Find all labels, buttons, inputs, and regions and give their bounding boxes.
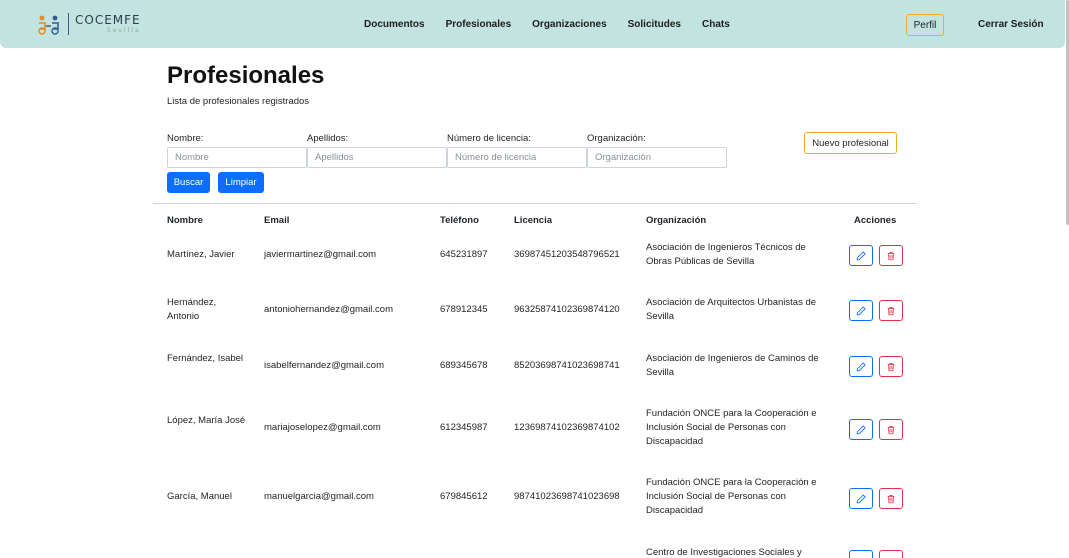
cell-organizacion: Centro de Investigaciones Sociales y — [646, 547, 802, 558]
licencia-label: Número de licencia: — [447, 133, 531, 144]
edit-button[interactable] — [849, 245, 873, 266]
edit-button[interactable] — [849, 356, 873, 377]
filter-nombre: Nombre: — [167, 133, 307, 168]
search-button[interactable]: Buscar — [167, 172, 210, 193]
pencil-icon — [856, 305, 866, 315]
cell-organizacion: Asociación de Ingenieros Técnicos de Obr… — [646, 242, 806, 267]
cell-licencia: 96325874102369874120 — [514, 304, 620, 315]
apellidos-input[interactable] — [307, 147, 447, 168]
section-divider — [153, 203, 916, 204]
pencil-icon — [856, 424, 866, 434]
main-nav: Documentos Profesionales Organizaciones … — [364, 0, 751, 48]
new-professional-button[interactable]: Nuevo profesional — [804, 132, 897, 154]
nav-profesionales[interactable]: Profesionales — [446, 19, 512, 30]
header-email: Email — [264, 215, 290, 226]
edit-button[interactable] — [849, 300, 873, 321]
cell-licencia: 36987451203548796521 — [514, 249, 620, 260]
cell-organizacion: Fundación ONCE para la Cooperación e Inc… — [646, 477, 817, 516]
brand-text: COCEMFE Sevilla — [75, 14, 141, 34]
cell-telefono: 645231897 — [440, 249, 488, 260]
filter-organizacion: Organización: — [587, 133, 727, 168]
cell-telefono: 678912345 — [440, 304, 488, 315]
logo-divider — [68, 13, 69, 35]
page-subtitle: Lista de profesionales registrados — [167, 96, 310, 107]
edit-button[interactable] — [849, 550, 873, 558]
cocemfe-logo-icon — [38, 15, 59, 35]
header-telefono: Teléfono — [440, 215, 479, 226]
cell-telefono: 679845612 — [440, 491, 488, 502]
header-nombre: Nombre — [167, 215, 203, 226]
delete-button[interactable] — [879, 300, 903, 321]
cell-telefono: 612345987 — [440, 422, 488, 433]
cell-nombre: García, Manuel — [167, 491, 232, 502]
licencia-input[interactable] — [447, 147, 587, 168]
brand-subtitle: Sevilla — [106, 27, 141, 34]
delete-button[interactable] — [879, 245, 903, 266]
perfil-button[interactable]: Perfil — [906, 14, 944, 36]
cell-licencia: 12369874102369874102 — [514, 422, 620, 433]
clear-button[interactable]: Limpiar — [218, 172, 264, 193]
nav-solicitudes[interactable]: Solicitudes — [628, 19, 681, 30]
delete-button[interactable] — [879, 488, 903, 509]
edit-button[interactable] — [849, 419, 873, 440]
delete-button[interactable] — [879, 356, 903, 377]
nav-documentos[interactable]: Documentos — [364, 19, 425, 30]
filter-apellidos: Apellidos: — [307, 133, 447, 168]
trash-icon — [887, 362, 895, 371]
page-title: Profesionales — [167, 62, 325, 89]
nombre-input[interactable] — [167, 147, 307, 168]
trash-icon — [887, 494, 895, 503]
cell-telefono: 689345678 — [440, 360, 488, 371]
cell-email: mariajoselopez@gmail.com — [264, 422, 381, 433]
top-navbar: COCEMFE Sevilla Documentos Profesionales… — [0, 0, 1065, 48]
trash-icon — [887, 251, 895, 260]
cell-organizacion: Asociación de Ingenieros de Caminos de S… — [646, 353, 819, 378]
trash-icon — [887, 425, 895, 434]
trash-icon — [887, 306, 895, 315]
cell-licencia: 98741023698741023698 — [514, 491, 620, 502]
header-organizacion: Organización — [646, 215, 707, 226]
delete-button[interactable] — [879, 550, 903, 558]
cell-email: javiermartinez@gmail.com — [264, 249, 377, 260]
cell-organizacion: Fundación ONCE para la Cooperación e Inc… — [646, 408, 817, 447]
cell-licencia: 85203698741023698741 — [514, 360, 620, 371]
edit-button[interactable] — [849, 488, 873, 509]
nombre-label: Nombre: — [167, 133, 204, 144]
delete-button[interactable] — [879, 419, 903, 440]
brand-logo[interactable]: COCEMFE Sevilla — [36, 13, 141, 35]
logout-link[interactable]: Cerrar Sesión — [978, 19, 1044, 30]
cell-nombre: Fernández, Isabel — [167, 353, 244, 364]
header-licencia: Licencia — [514, 215, 553, 226]
cell-nombre: López, María José — [167, 415, 246, 426]
pencil-icon — [856, 250, 866, 260]
pencil-icon — [856, 493, 866, 503]
cell-email: isabelfernandez@gmail.com — [264, 360, 385, 371]
organizacion-label: Organización: — [587, 133, 646, 144]
nav-chats[interactable]: Chats — [702, 19, 730, 30]
apellidos-label: Apellidos: — [307, 133, 349, 144]
cell-email: manuelgarcia@gmail.com — [264, 491, 374, 502]
filter-licencia: Número de licencia: — [447, 133, 587, 168]
nav-organizaciones[interactable]: Organizaciones — [532, 19, 606, 30]
cell-nombre: Martínez, Javier — [167, 249, 235, 260]
cell-organizacion: Asociación de Arquitectos Urbanistas de … — [646, 297, 817, 322]
cell-nombre: Hernández, Antonio — [167, 297, 217, 322]
header-acciones: Acciones — [854, 215, 897, 226]
pencil-icon — [856, 361, 866, 371]
brand-title: COCEMFE — [75, 13, 141, 27]
cell-email: antoniohernandez@gmail.com — [264, 304, 393, 315]
organizacion-input[interactable] — [587, 147, 727, 168]
